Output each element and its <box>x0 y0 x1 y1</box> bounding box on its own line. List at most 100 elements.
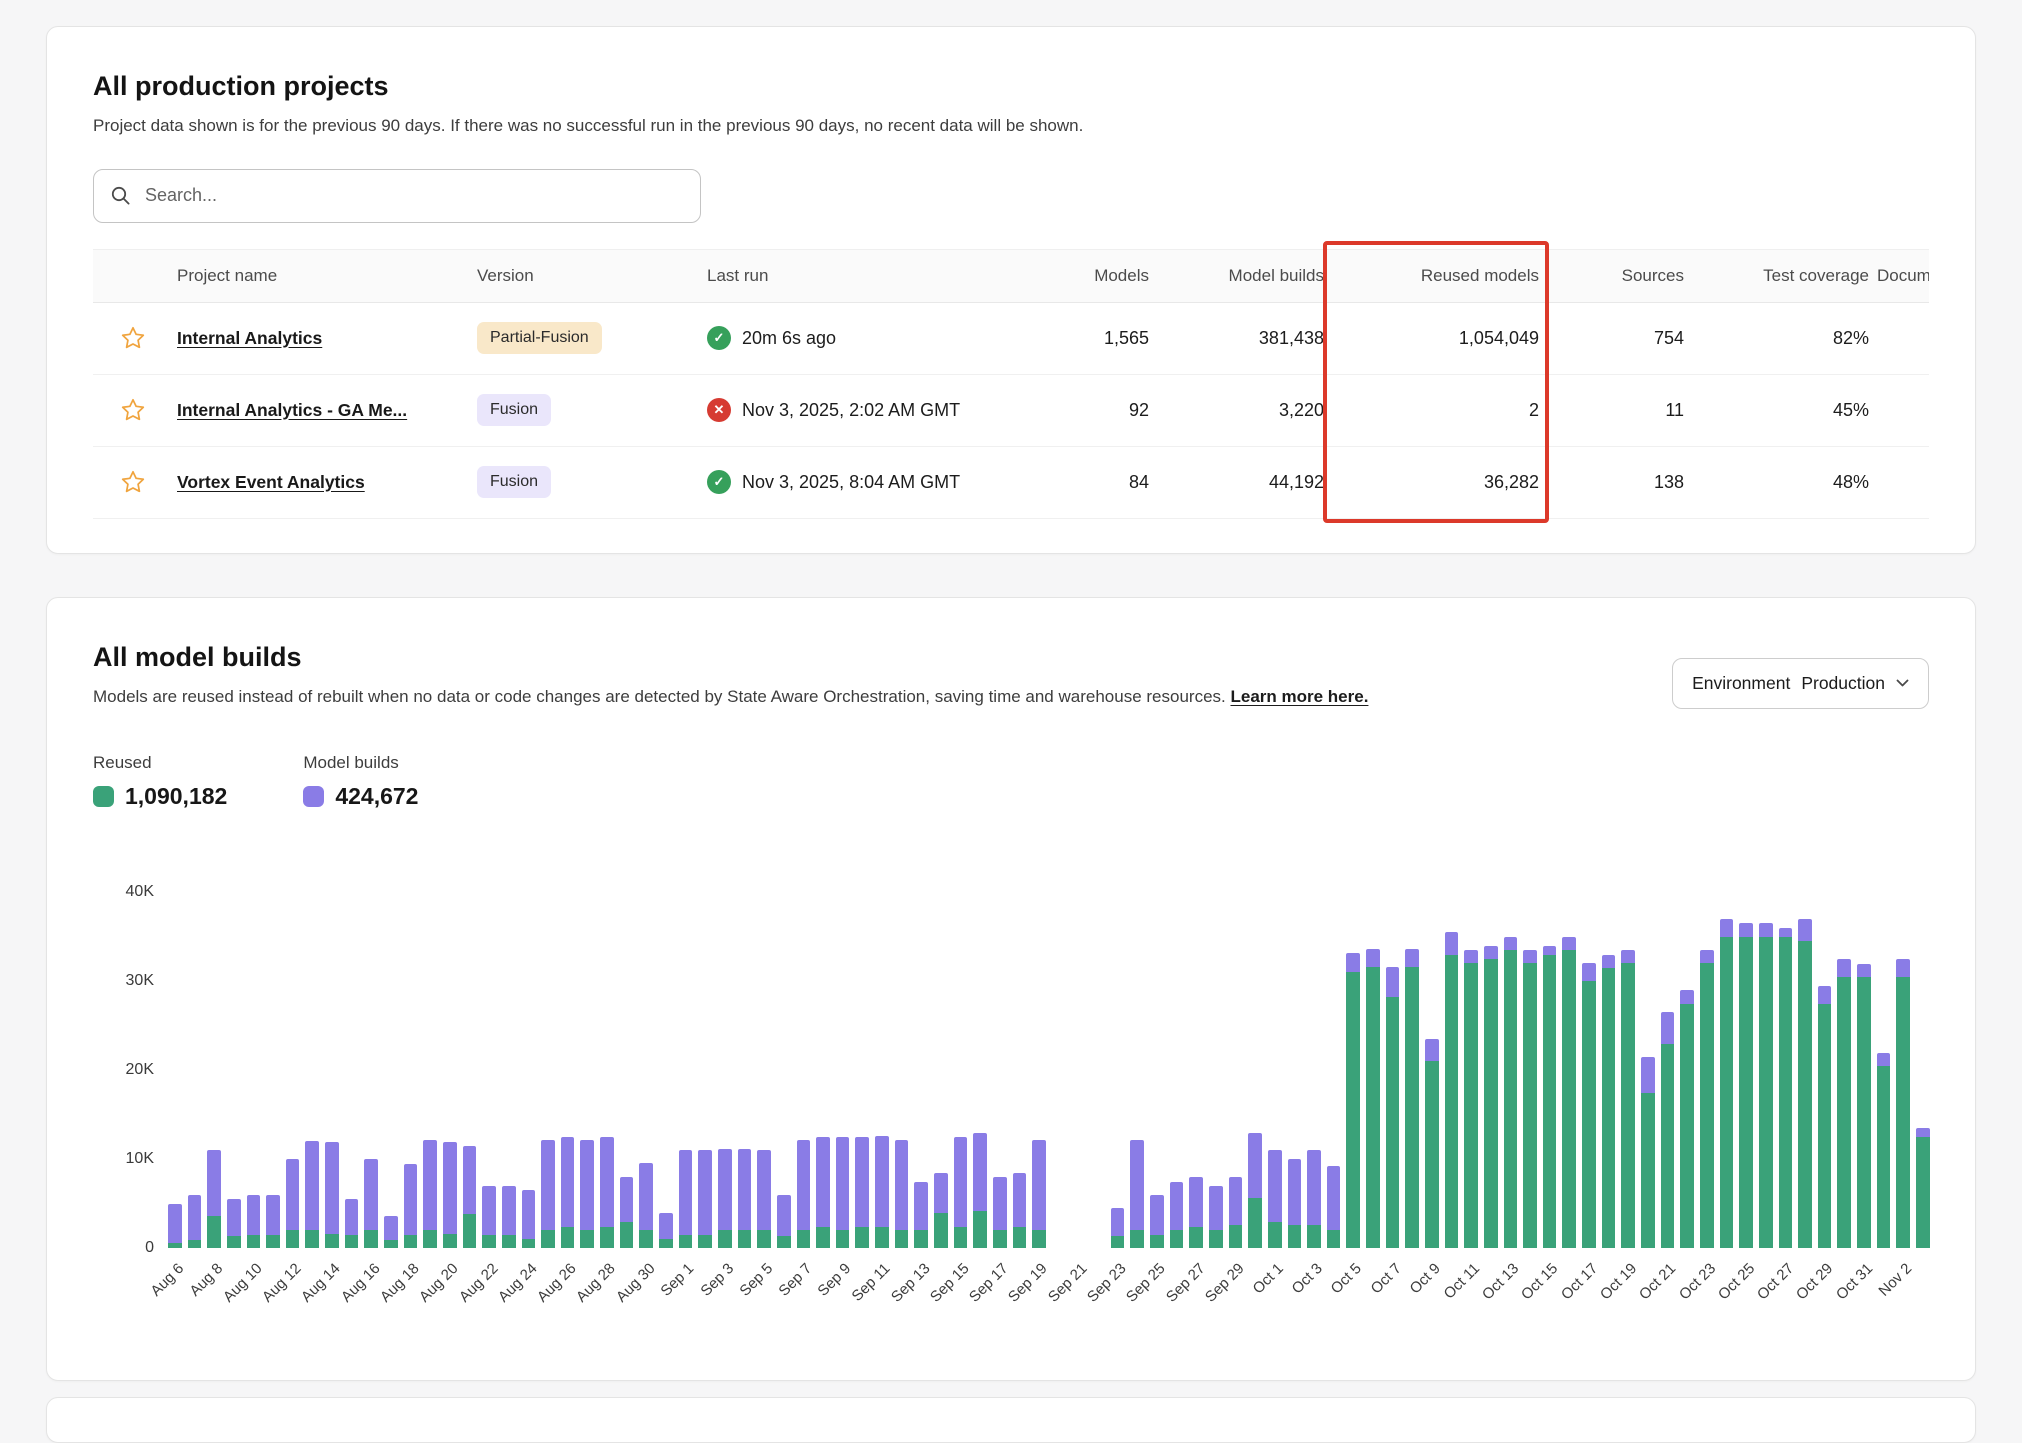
legend-label-reused: Reused <box>93 753 227 773</box>
model-builds-segment <box>1170 1182 1184 1231</box>
favorite-cell <box>93 469 173 495</box>
bar-oct-15: Oct 15 <box>1543 892 1557 1248</box>
column-header-test-coverage: Test coverage <box>1688 266 1873 286</box>
x-axis-tick: Oct 19 <box>1597 1260 1640 1303</box>
bar-oct-26 <box>1759 892 1773 1248</box>
star-icon[interactable] <box>120 469 146 495</box>
legend-item-model-builds: Model builds 424,672 <box>303 753 418 810</box>
x-axis-tick: Sep 25 <box>1123 1260 1169 1306</box>
bar-sep-20 <box>1052 892 1066 1248</box>
sources-value: 11 <box>1543 400 1688 421</box>
model-builds-segment <box>1877 1053 1891 1066</box>
x-axis-tick: Oct 15 <box>1518 1260 1561 1303</box>
bar-aug-22: Aug 22 <box>482 892 496 1248</box>
bar-sep-22 <box>1091 892 1105 1248</box>
model-builds-segment <box>1464 950 1478 963</box>
model-builds-value: 3,220 <box>1153 400 1328 421</box>
table-row[interactable]: Internal AnalyticsPartial-Fusion✓20m 6s … <box>93 303 1929 375</box>
x-axis-tick: Aug 26 <box>534 1260 580 1306</box>
model-builds-segment <box>1700 950 1714 963</box>
model-builds-value: 44,192 <box>1153 472 1328 493</box>
last-run-text: Nov 3, 2025, 2:02 AM GMT <box>742 400 960 421</box>
reused-segment <box>266 1235 280 1248</box>
x-axis-tick: Sep 13 <box>888 1260 934 1306</box>
bar-sep-9: Sep 9 <box>836 892 850 1248</box>
table-row[interactable]: Internal Analytics - GA Me...Fusion✕Nov … <box>93 375 1929 447</box>
table-row[interactable]: Vortex Event AnalyticsFusion✓Nov 3, 2025… <box>93 447 1929 519</box>
x-axis-tick: Oct 11 <box>1441 1260 1483 1302</box>
bar-sep-10 <box>855 892 869 1248</box>
reused-segment <box>1425 1061 1439 1248</box>
reused-segment <box>1130 1230 1144 1248</box>
reused-segment <box>1582 981 1596 1248</box>
bar-aug-29 <box>620 892 634 1248</box>
reused-segment <box>973 1211 987 1248</box>
model-builds-segment <box>738 1149 752 1231</box>
model-builds-segment <box>1641 1057 1655 1093</box>
project-name-link[interactable]: Internal Analytics - GA Me... <box>177 400 407 420</box>
model-builds-segment <box>1661 1012 1675 1043</box>
bar-aug-25 <box>541 892 555 1248</box>
model-builds-segment <box>698 1150 712 1235</box>
reused-segment <box>895 1230 909 1248</box>
reused-segment <box>1818 1004 1832 1249</box>
model-builds-segment <box>718 1149 732 1231</box>
reused-segment <box>384 1240 398 1248</box>
project-name-cell: Internal Analytics - GA Me... <box>173 400 473 421</box>
search-input[interactable] <box>143 184 684 207</box>
bar-aug-21 <box>463 892 477 1248</box>
version-cell: Fusion <box>473 466 703 498</box>
bar-oct-5: Oct 5 <box>1346 892 1360 1248</box>
chart-y-axis: 010K20K30K40K <box>93 892 168 1248</box>
x-axis-tick: Aug 16 <box>338 1260 384 1306</box>
reused-segment <box>522 1239 536 1248</box>
reused-segment <box>836 1230 850 1248</box>
x-axis-tick: Oct 13 <box>1479 1260 1522 1303</box>
x-axis-tick: Sep 19 <box>1005 1260 1051 1306</box>
x-axis-tick: Aug 30 <box>613 1260 659 1306</box>
model-builds-segment <box>168 1204 182 1243</box>
x-axis-tick: Oct 17 <box>1558 1260 1601 1303</box>
builds-subtitle-text: Models are reused instead of rebuilt whe… <box>93 687 1226 706</box>
reused-segment <box>855 1227 869 1248</box>
model-builds-segment <box>1543 946 1557 955</box>
learn-more-link[interactable]: Learn more here. <box>1230 687 1368 706</box>
version-cell: Fusion <box>473 394 703 426</box>
environment-select[interactable]: Environment Production <box>1672 658 1929 709</box>
reused-segment <box>698 1235 712 1248</box>
model-builds-segment <box>600 1137 614 1227</box>
bar-aug-18: Aug 18 <box>404 892 418 1248</box>
reused-segment <box>659 1239 673 1248</box>
star-icon[interactable] <box>120 397 146 423</box>
reused-segment <box>1032 1230 1046 1248</box>
reused-segment <box>1543 955 1557 1249</box>
project-name-link[interactable]: Vortex Event Analytics <box>177 472 365 492</box>
x-axis-tick: Aug 14 <box>298 1260 344 1306</box>
x-axis-tick: Sep 17 <box>966 1260 1012 1306</box>
reused-models-value: 36,282 <box>1328 472 1543 493</box>
bar-oct-19: Oct 19 <box>1621 892 1635 1248</box>
model-builds-segment <box>855 1137 869 1227</box>
bar-sep-15: Sep 15 <box>954 892 968 1248</box>
table-body: Internal AnalyticsPartial-Fusion✓20m 6s … <box>93 303 1929 519</box>
x-axis-tick: Oct 3 <box>1289 1260 1326 1297</box>
last-run-text: 20m 6s ago <box>742 328 836 349</box>
project-name-cell: Internal Analytics <box>173 328 473 349</box>
bar-sep-13: Sep 13 <box>914 892 928 1248</box>
y-axis-tick: 30K <box>126 972 154 990</box>
reused-segment <box>1857 977 1871 1248</box>
reused-segment <box>816 1227 830 1248</box>
dashboard-page: All production projects Project data sho… <box>0 0 2022 1443</box>
reused-segment <box>1189 1227 1203 1248</box>
column-header-models: Models <box>1033 266 1153 286</box>
project-name-link[interactable]: Internal Analytics <box>177 328 322 348</box>
model-builds-segment <box>1680 990 1694 1003</box>
star-icon[interactable] <box>120 325 146 351</box>
model-builds-segment <box>1268 1150 1282 1221</box>
bar-oct-4 <box>1327 892 1341 1248</box>
bar-aug-24: Aug 24 <box>522 892 536 1248</box>
legend-item-reused: Reused 1,090,182 <box>93 753 227 810</box>
reused-segment <box>1641 1093 1655 1249</box>
bar-aug-15 <box>345 892 359 1248</box>
x-axis-tick: Oct 27 <box>1754 1260 1797 1303</box>
